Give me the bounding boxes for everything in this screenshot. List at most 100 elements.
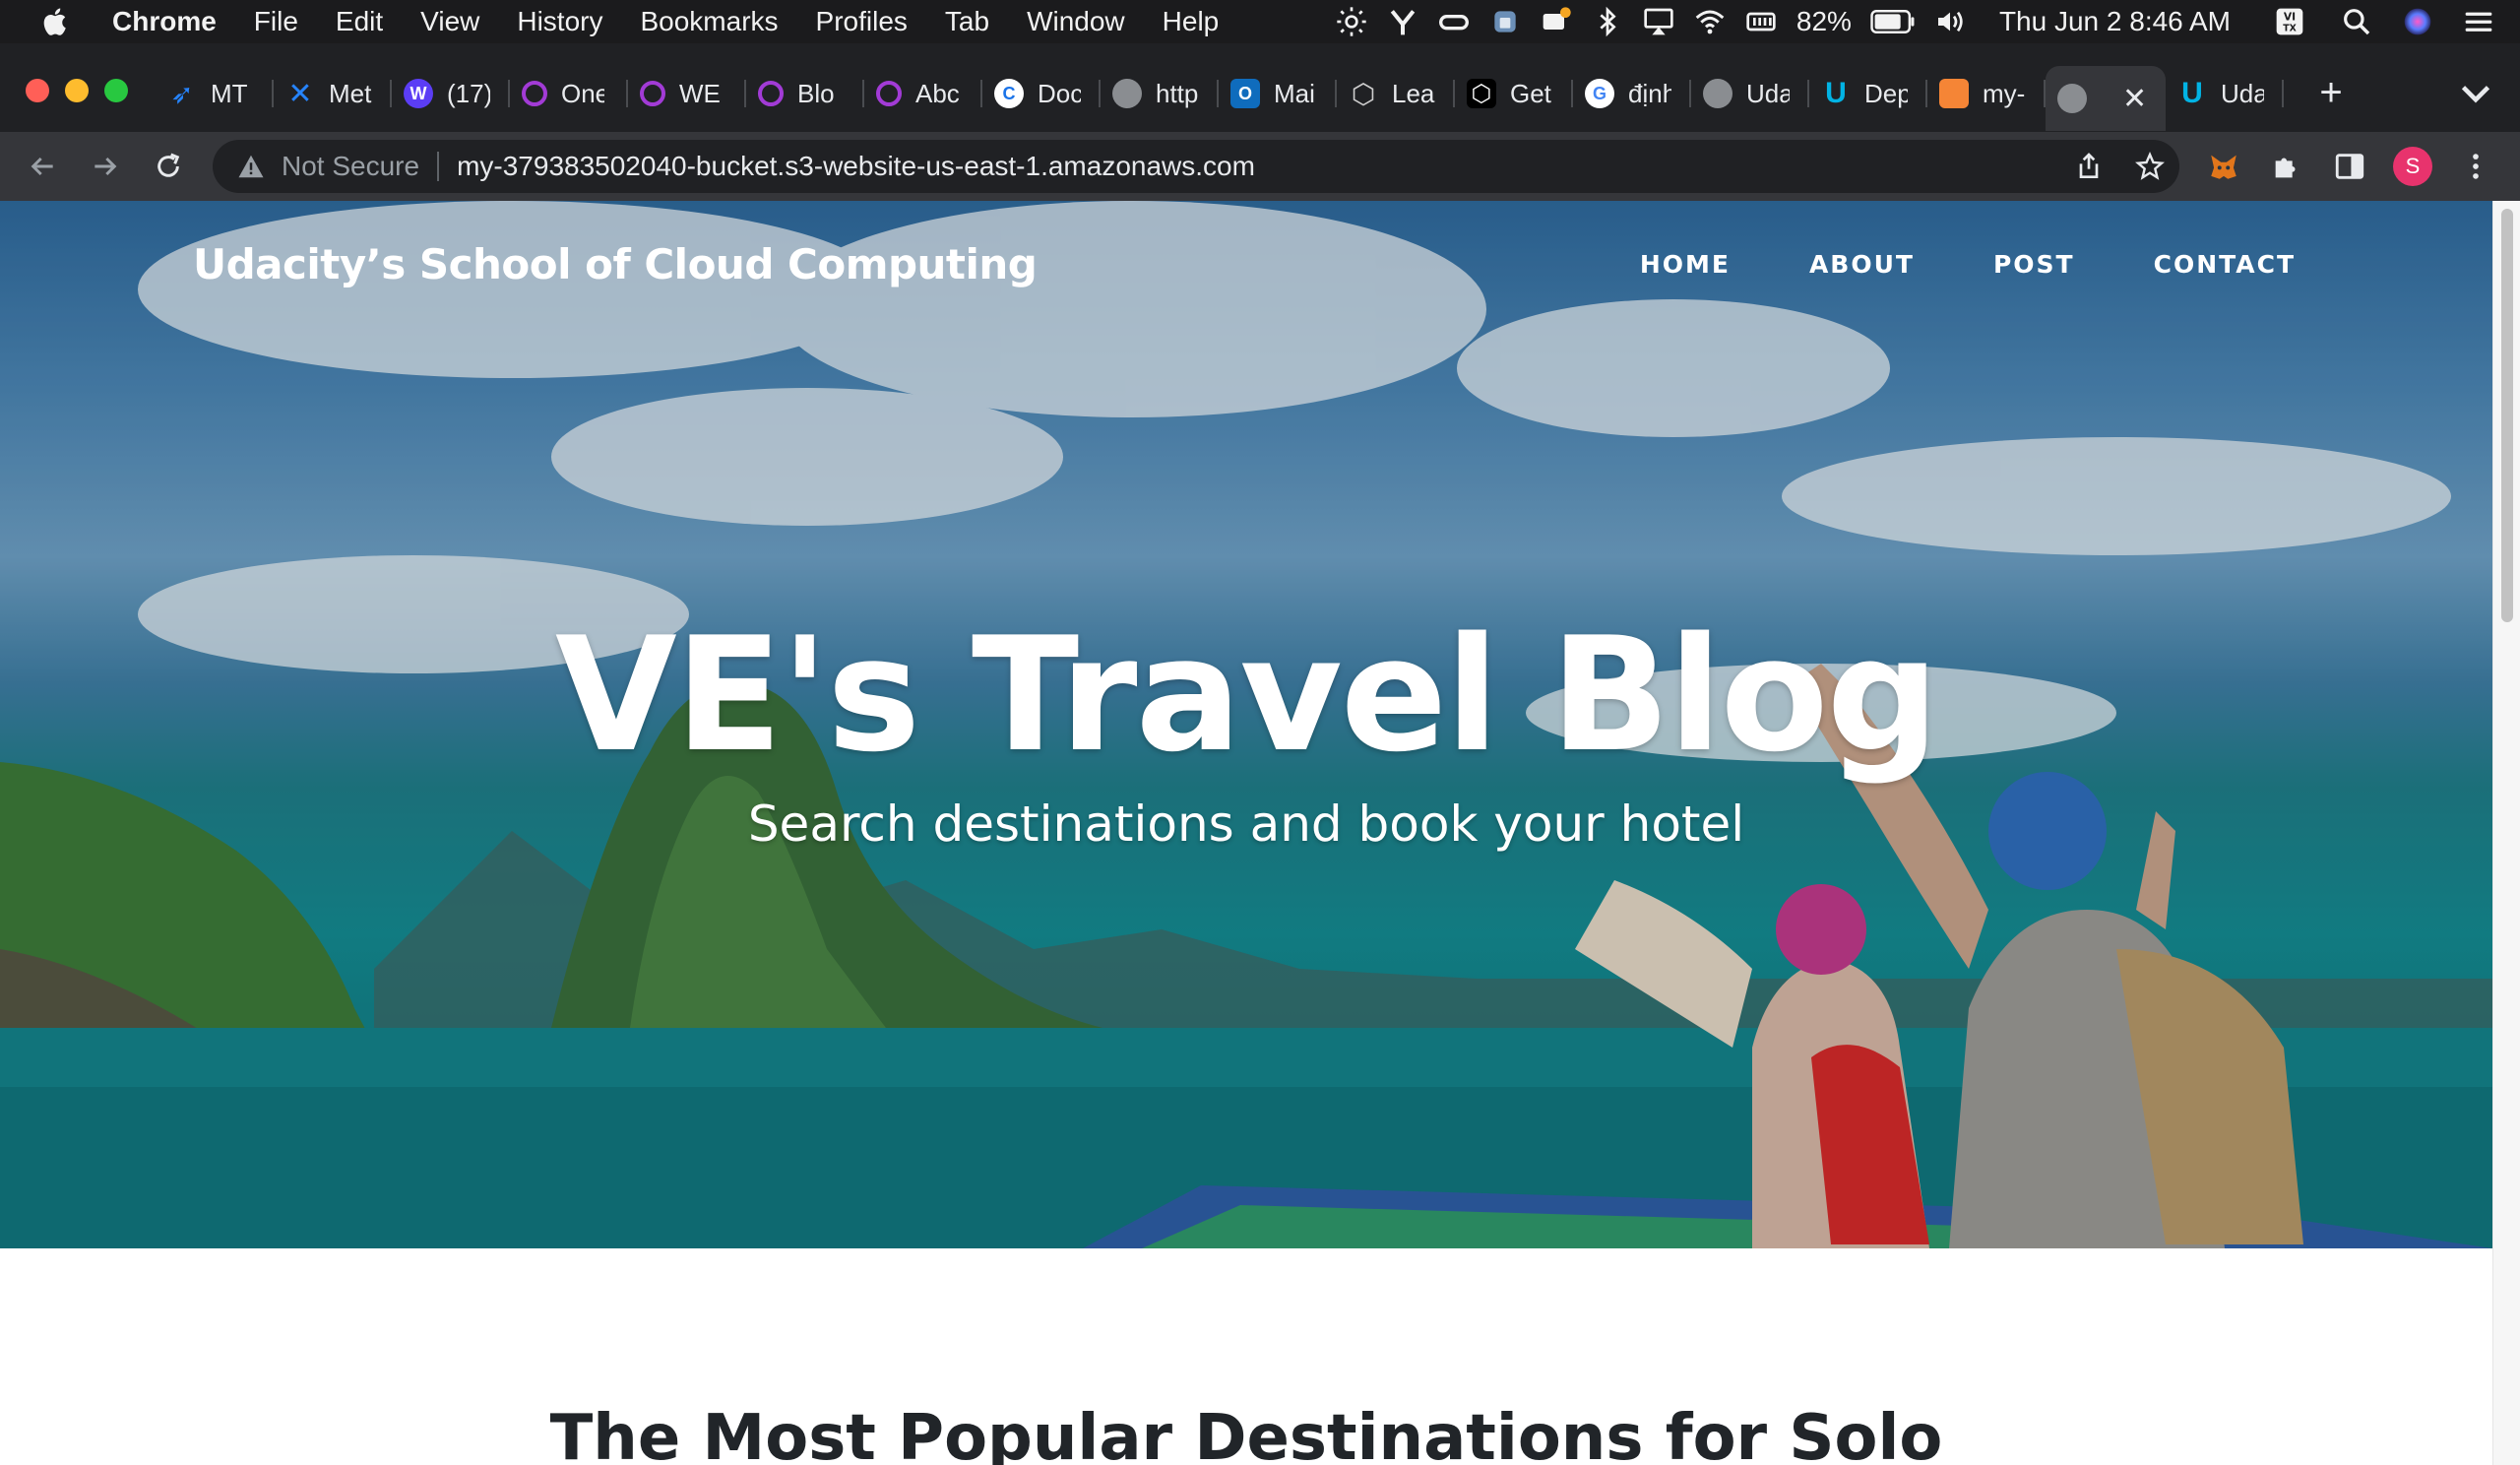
tab-one[interactable]: One xyxy=(510,66,628,121)
tab-list: ➶ MT ✕ Met W (17) One WE Blo Abc C Doc http … xyxy=(156,65,2284,131)
omnibox-actions xyxy=(2073,140,2166,193)
menu-profiles[interactable]: Profiles xyxy=(816,6,908,37)
globe-icon xyxy=(1112,79,1142,108)
side-panel-icon xyxy=(2335,154,2364,179)
menu-app-name[interactable]: Chrome xyxy=(112,6,217,37)
tab-title: Mai xyxy=(1274,78,1315,108)
tab-title: MT xyxy=(211,78,248,108)
menu-file[interactable]: File xyxy=(254,6,298,37)
minimize-window-button[interactable] xyxy=(65,79,89,102)
brightness-icon[interactable] xyxy=(1332,0,1371,43)
security-status[interactable]: Not Secure xyxy=(282,151,419,182)
menu-help[interactable]: Help xyxy=(1163,6,1220,37)
address-bar[interactable]: Not Secure my-379383502040-bucket.s3-web… xyxy=(213,140,2179,193)
battery-icon[interactable] xyxy=(1867,0,1919,43)
siri-icon[interactable] xyxy=(2398,0,2437,43)
close-tab-icon[interactable]: ✕ xyxy=(2122,82,2147,116)
avatar: S xyxy=(2393,147,2432,186)
unity-icon: ⬡ xyxy=(1351,78,1376,109)
macos-menu-bar: Chrome File Edit View History Bookmarks … xyxy=(0,0,2520,43)
tab-title: Abc xyxy=(915,78,959,108)
w-icon: W xyxy=(404,79,433,108)
scrollbar-thumb[interactable] xyxy=(2501,209,2513,622)
warning-triangle-icon[interactable] xyxy=(236,152,266,181)
menu-view[interactable]: View xyxy=(420,6,479,37)
browser-toolbar: Not Secure my-379383502040-bucket.s3-web… xyxy=(0,132,2520,201)
hero-section: Udacity’s School of Cloud Computing HOME… xyxy=(0,201,2492,1248)
metamask-extension-button[interactable] xyxy=(2199,142,2248,191)
control-center-icon[interactable] xyxy=(2459,0,2498,43)
bluetooth-icon[interactable] xyxy=(1588,0,1627,43)
reload-button[interactable] xyxy=(144,142,193,191)
forward-button[interactable] xyxy=(81,142,130,191)
tab-title: Blo xyxy=(797,78,835,108)
tab-title: Get xyxy=(1510,78,1551,108)
side-panel-button[interactable] xyxy=(2325,142,2374,191)
tab-confluence[interactable]: ✕ Met xyxy=(274,66,392,121)
tab-title: Dep xyxy=(1864,78,1908,108)
apple-menu-icon[interactable] xyxy=(39,5,73,38)
circle-c-icon: C xyxy=(994,79,1024,108)
back-button[interactable] xyxy=(18,142,67,191)
tab-workplace[interactable]: W (17) xyxy=(392,66,510,121)
vpn-shield-icon[interactable] xyxy=(1485,0,1525,43)
url-text[interactable]: my-379383502040-bucket.s3-website-us-eas… xyxy=(457,151,1255,182)
tab-udacity[interactable]: U Uda xyxy=(2166,66,2284,121)
tab-title: my- xyxy=(1983,78,2026,108)
tab-get[interactable]: ⬡ Get xyxy=(1455,66,1573,121)
spotlight-search-icon[interactable] xyxy=(2337,0,2376,43)
menu-history[interactable]: History xyxy=(517,6,602,37)
tab-search-chevron-icon[interactable] xyxy=(2451,69,2500,118)
profile-button[interactable]: S xyxy=(2388,142,2437,191)
new-tab-button[interactable]: + xyxy=(2303,65,2359,120)
tab-abc[interactable]: Abc xyxy=(864,66,982,121)
tab-we[interactable]: WE xyxy=(628,66,746,121)
share-icon[interactable] xyxy=(2073,151,2105,182)
globe-icon xyxy=(2057,84,2087,113)
tab-blog[interactable]: Blo xyxy=(746,66,864,121)
tab-jira[interactable]: ➶ MT xyxy=(156,66,274,121)
close-window-button[interactable] xyxy=(26,79,49,102)
hero-title: VE's Travel Blog xyxy=(554,603,1939,787)
tab-http[interactable]: http xyxy=(1101,66,1219,121)
memory-chip-icon[interactable] xyxy=(1741,0,1781,43)
tab-doc[interactable]: C Doc xyxy=(982,66,1101,121)
forward-arrow-icon xyxy=(94,157,117,176)
metamask-fox-icon xyxy=(2211,155,2236,179)
extensions-button[interactable] xyxy=(2262,142,2311,191)
pill-toggle-icon[interactable] xyxy=(1434,0,1474,43)
menu-window[interactable]: Window xyxy=(1027,6,1125,37)
back-arrow-icon xyxy=(31,157,53,176)
clock[interactable]: Thu Jun 2 8:46 AM xyxy=(1999,6,2231,37)
tab-title: định xyxy=(1628,78,1671,108)
notification-icon[interactable] xyxy=(1537,0,1576,43)
tab-udacity-dep[interactable]: U Dep xyxy=(1809,66,1927,121)
omnibox-divider xyxy=(437,152,440,181)
zoom-window-button[interactable] xyxy=(104,79,128,102)
volume-icon[interactable] xyxy=(1930,0,1970,43)
chrome-menu-button[interactable] xyxy=(2451,142,2500,191)
c-swirl-icon xyxy=(876,81,902,106)
tab-uda-globe[interactable]: Uda xyxy=(1691,66,1809,121)
nav-post-link[interactable]: POST xyxy=(1993,250,2075,279)
tab-learn[interactable]: ⬡ Lea xyxy=(1337,66,1455,121)
nav-contact-link[interactable]: CONTACT xyxy=(2154,250,2296,279)
branch-fork-icon[interactable] xyxy=(1383,0,1422,43)
menu-edit[interactable]: Edit xyxy=(336,6,383,37)
menu-bookmarks[interactable]: Bookmarks xyxy=(640,6,778,37)
airplay-icon[interactable] xyxy=(1639,0,1678,43)
jira-icon: ➶ xyxy=(170,78,194,109)
wifi-icon[interactable] xyxy=(1690,0,1730,43)
tab-mail[interactable]: O Mai xyxy=(1219,66,1337,121)
menu-tab[interactable]: Tab xyxy=(945,6,989,37)
tab-s3[interactable]: my- xyxy=(1927,66,2046,121)
bookmark-star-icon[interactable] xyxy=(2134,151,2166,182)
site-brand-link[interactable]: Udacity’s School of Cloud Computing xyxy=(193,240,1038,288)
tab-google[interactable]: Gđịnh xyxy=(1573,66,1691,121)
nav-about-link[interactable]: ABOUT xyxy=(1809,250,1915,279)
input-source-icon[interactable]: VI TX xyxy=(2270,0,2309,43)
tab-active[interactable]: ✕ xyxy=(2046,66,2166,131)
tab-title: One xyxy=(561,78,604,108)
nav-home-link[interactable]: HOME xyxy=(1640,250,1731,279)
page-scrollbar[interactable] xyxy=(2492,201,2520,1465)
